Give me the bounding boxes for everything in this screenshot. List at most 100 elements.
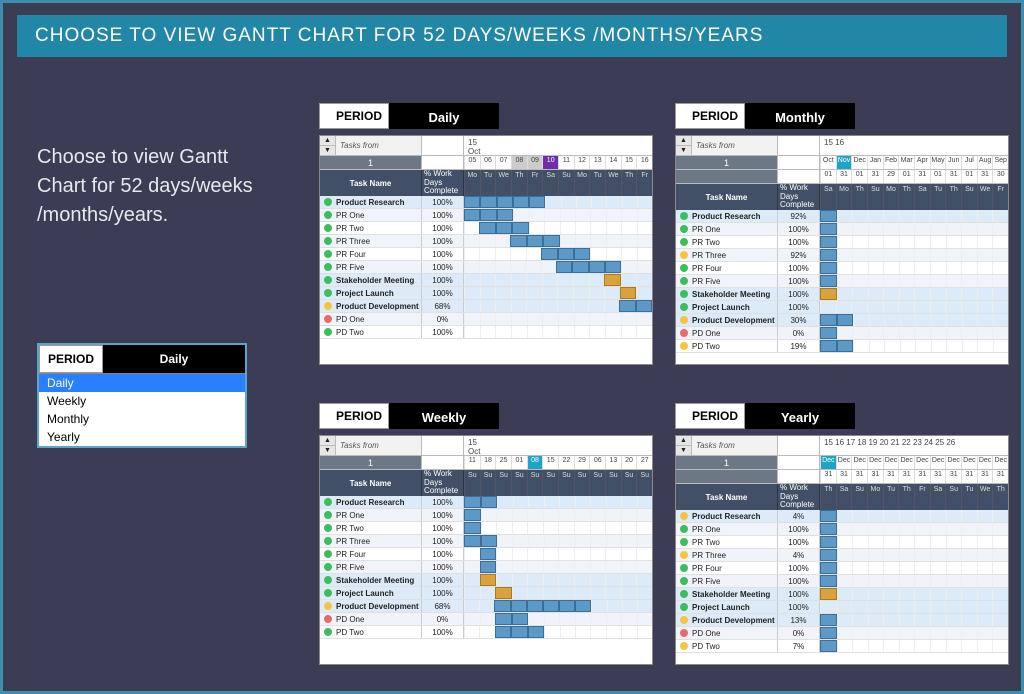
gantt-cell xyxy=(574,574,590,586)
gantt-cell xyxy=(481,509,497,521)
status-dot xyxy=(680,238,688,246)
chevron-down-icon[interactable]: ▼ xyxy=(320,146,335,156)
gantt-cell xyxy=(977,301,993,313)
col-work-days: % Work Days Complete xyxy=(778,184,820,210)
page-spinner[interactable]: ▲▼ xyxy=(320,136,336,156)
gantt-cell xyxy=(977,523,993,535)
gantt-cell xyxy=(899,536,915,548)
gantt-cell xyxy=(853,314,869,326)
dropdown-option-yearly[interactable]: Yearly xyxy=(39,428,245,446)
gantt-cell xyxy=(852,562,868,574)
gantt-cell xyxy=(837,536,853,548)
gantt-cell xyxy=(512,548,528,560)
page-spinner[interactable]: ▲▼ xyxy=(676,436,692,456)
gantt-cell xyxy=(559,496,575,508)
task-row: PR Two 100% xyxy=(676,536,1008,549)
gantt-cell xyxy=(526,300,542,312)
period-value[interactable]: Monthly xyxy=(745,103,855,129)
gantt-cell xyxy=(512,522,528,534)
task-row: PR Four 100% xyxy=(320,248,652,261)
gantt-cell xyxy=(542,313,558,325)
dow-col: Su xyxy=(480,470,496,496)
gantt-cell xyxy=(637,613,653,625)
task-name: PR Three xyxy=(676,549,778,561)
gantt-cell xyxy=(606,235,621,247)
task-name: PR Two xyxy=(676,536,778,548)
gantt-cell xyxy=(495,326,511,338)
status-dot xyxy=(324,563,332,571)
gantt-cell xyxy=(637,235,652,247)
task-pct: 30% xyxy=(778,314,820,326)
chevron-up-icon[interactable]: ▲ xyxy=(676,136,691,146)
gantt-cell xyxy=(946,536,962,548)
intro-text: Choose to view Gantt Chart for 52 days/w… xyxy=(37,143,267,230)
gantt-cell xyxy=(853,340,869,352)
task-name: Project Launch xyxy=(676,301,778,313)
status-dot xyxy=(680,525,688,533)
gantt-cell xyxy=(977,627,993,639)
gantt-cell xyxy=(961,327,977,339)
dow-col: Su xyxy=(636,470,652,496)
dow-col: Th xyxy=(511,170,527,196)
gantt-bars xyxy=(820,627,1008,639)
page-spinner[interactable]: ▲▼ xyxy=(320,436,336,456)
period-dropdown[interactable]: Daily xyxy=(103,345,245,373)
gantt-cell xyxy=(590,222,605,234)
gantt-cell xyxy=(930,523,946,535)
gantt-cell xyxy=(543,235,559,247)
gantt-cell xyxy=(527,548,543,560)
gantt-cell xyxy=(977,275,993,287)
chevron-down-icon[interactable]: ▼ xyxy=(320,446,335,456)
dow-col: Mo xyxy=(836,184,852,210)
task-name: PR Four xyxy=(676,262,778,274)
gantt-cell xyxy=(464,235,479,247)
task-row: PR One 100% xyxy=(676,223,1008,236)
gantt-cell xyxy=(481,535,498,547)
gantt-cell xyxy=(543,587,559,599)
date-col: 01 xyxy=(930,170,946,183)
page-spinner[interactable]: ▲▼ xyxy=(676,136,692,156)
gantt-cell xyxy=(637,261,652,273)
gantt-cell xyxy=(543,574,559,586)
period-dropdown-demo: PERIOD Daily Daily Weekly Monthly Yearly xyxy=(37,343,247,448)
gantt-cell xyxy=(559,613,575,625)
dropdown-option-weekly[interactable]: Weekly xyxy=(39,392,245,410)
chevron-down-icon[interactable]: ▼ xyxy=(676,146,691,156)
period-value[interactable]: Yearly xyxy=(745,403,855,429)
gantt-cell xyxy=(511,287,527,299)
chevron-up-icon[interactable]: ▲ xyxy=(320,136,335,146)
status-dot xyxy=(680,264,688,272)
chevron-up-icon[interactable]: ▲ xyxy=(320,436,335,446)
gantt-cell xyxy=(636,287,652,299)
gantt-cell xyxy=(900,340,916,352)
gantt-cell xyxy=(915,340,931,352)
gantt-cell xyxy=(480,561,497,573)
gantt-cell xyxy=(931,314,947,326)
gantt-cell xyxy=(606,626,621,638)
gantt-cell xyxy=(914,549,930,561)
gantt-cell xyxy=(636,313,652,325)
dropdown-option-daily[interactable]: Daily xyxy=(39,374,245,392)
date-col: 01 xyxy=(851,170,867,183)
date-col: Dec xyxy=(867,456,883,469)
date-col: 31 xyxy=(836,170,852,183)
dow-col: Sa xyxy=(820,184,836,210)
status-dot xyxy=(680,616,688,624)
gantt-cell xyxy=(575,600,591,612)
period-value[interactable]: Weekly xyxy=(389,403,499,429)
chevron-up-icon[interactable]: ▲ xyxy=(676,436,691,446)
gantt-cell xyxy=(820,588,837,600)
period-value[interactable]: Daily xyxy=(389,103,499,129)
dropdown-option-monthly[interactable]: Monthly xyxy=(39,410,245,428)
gantt-cell xyxy=(992,601,1008,613)
gantt-cell xyxy=(604,300,620,312)
gantt-cell xyxy=(589,274,605,286)
dow-col: Su xyxy=(945,484,961,510)
dow-col: Fr xyxy=(527,170,543,196)
date-col: Dec xyxy=(930,456,946,469)
task-name: Product Research xyxy=(320,196,422,208)
gantt-cell xyxy=(464,209,480,221)
task-pct: 100% xyxy=(778,288,820,300)
chevron-down-icon[interactable]: ▼ xyxy=(676,446,691,456)
gantt-cell xyxy=(590,626,605,638)
